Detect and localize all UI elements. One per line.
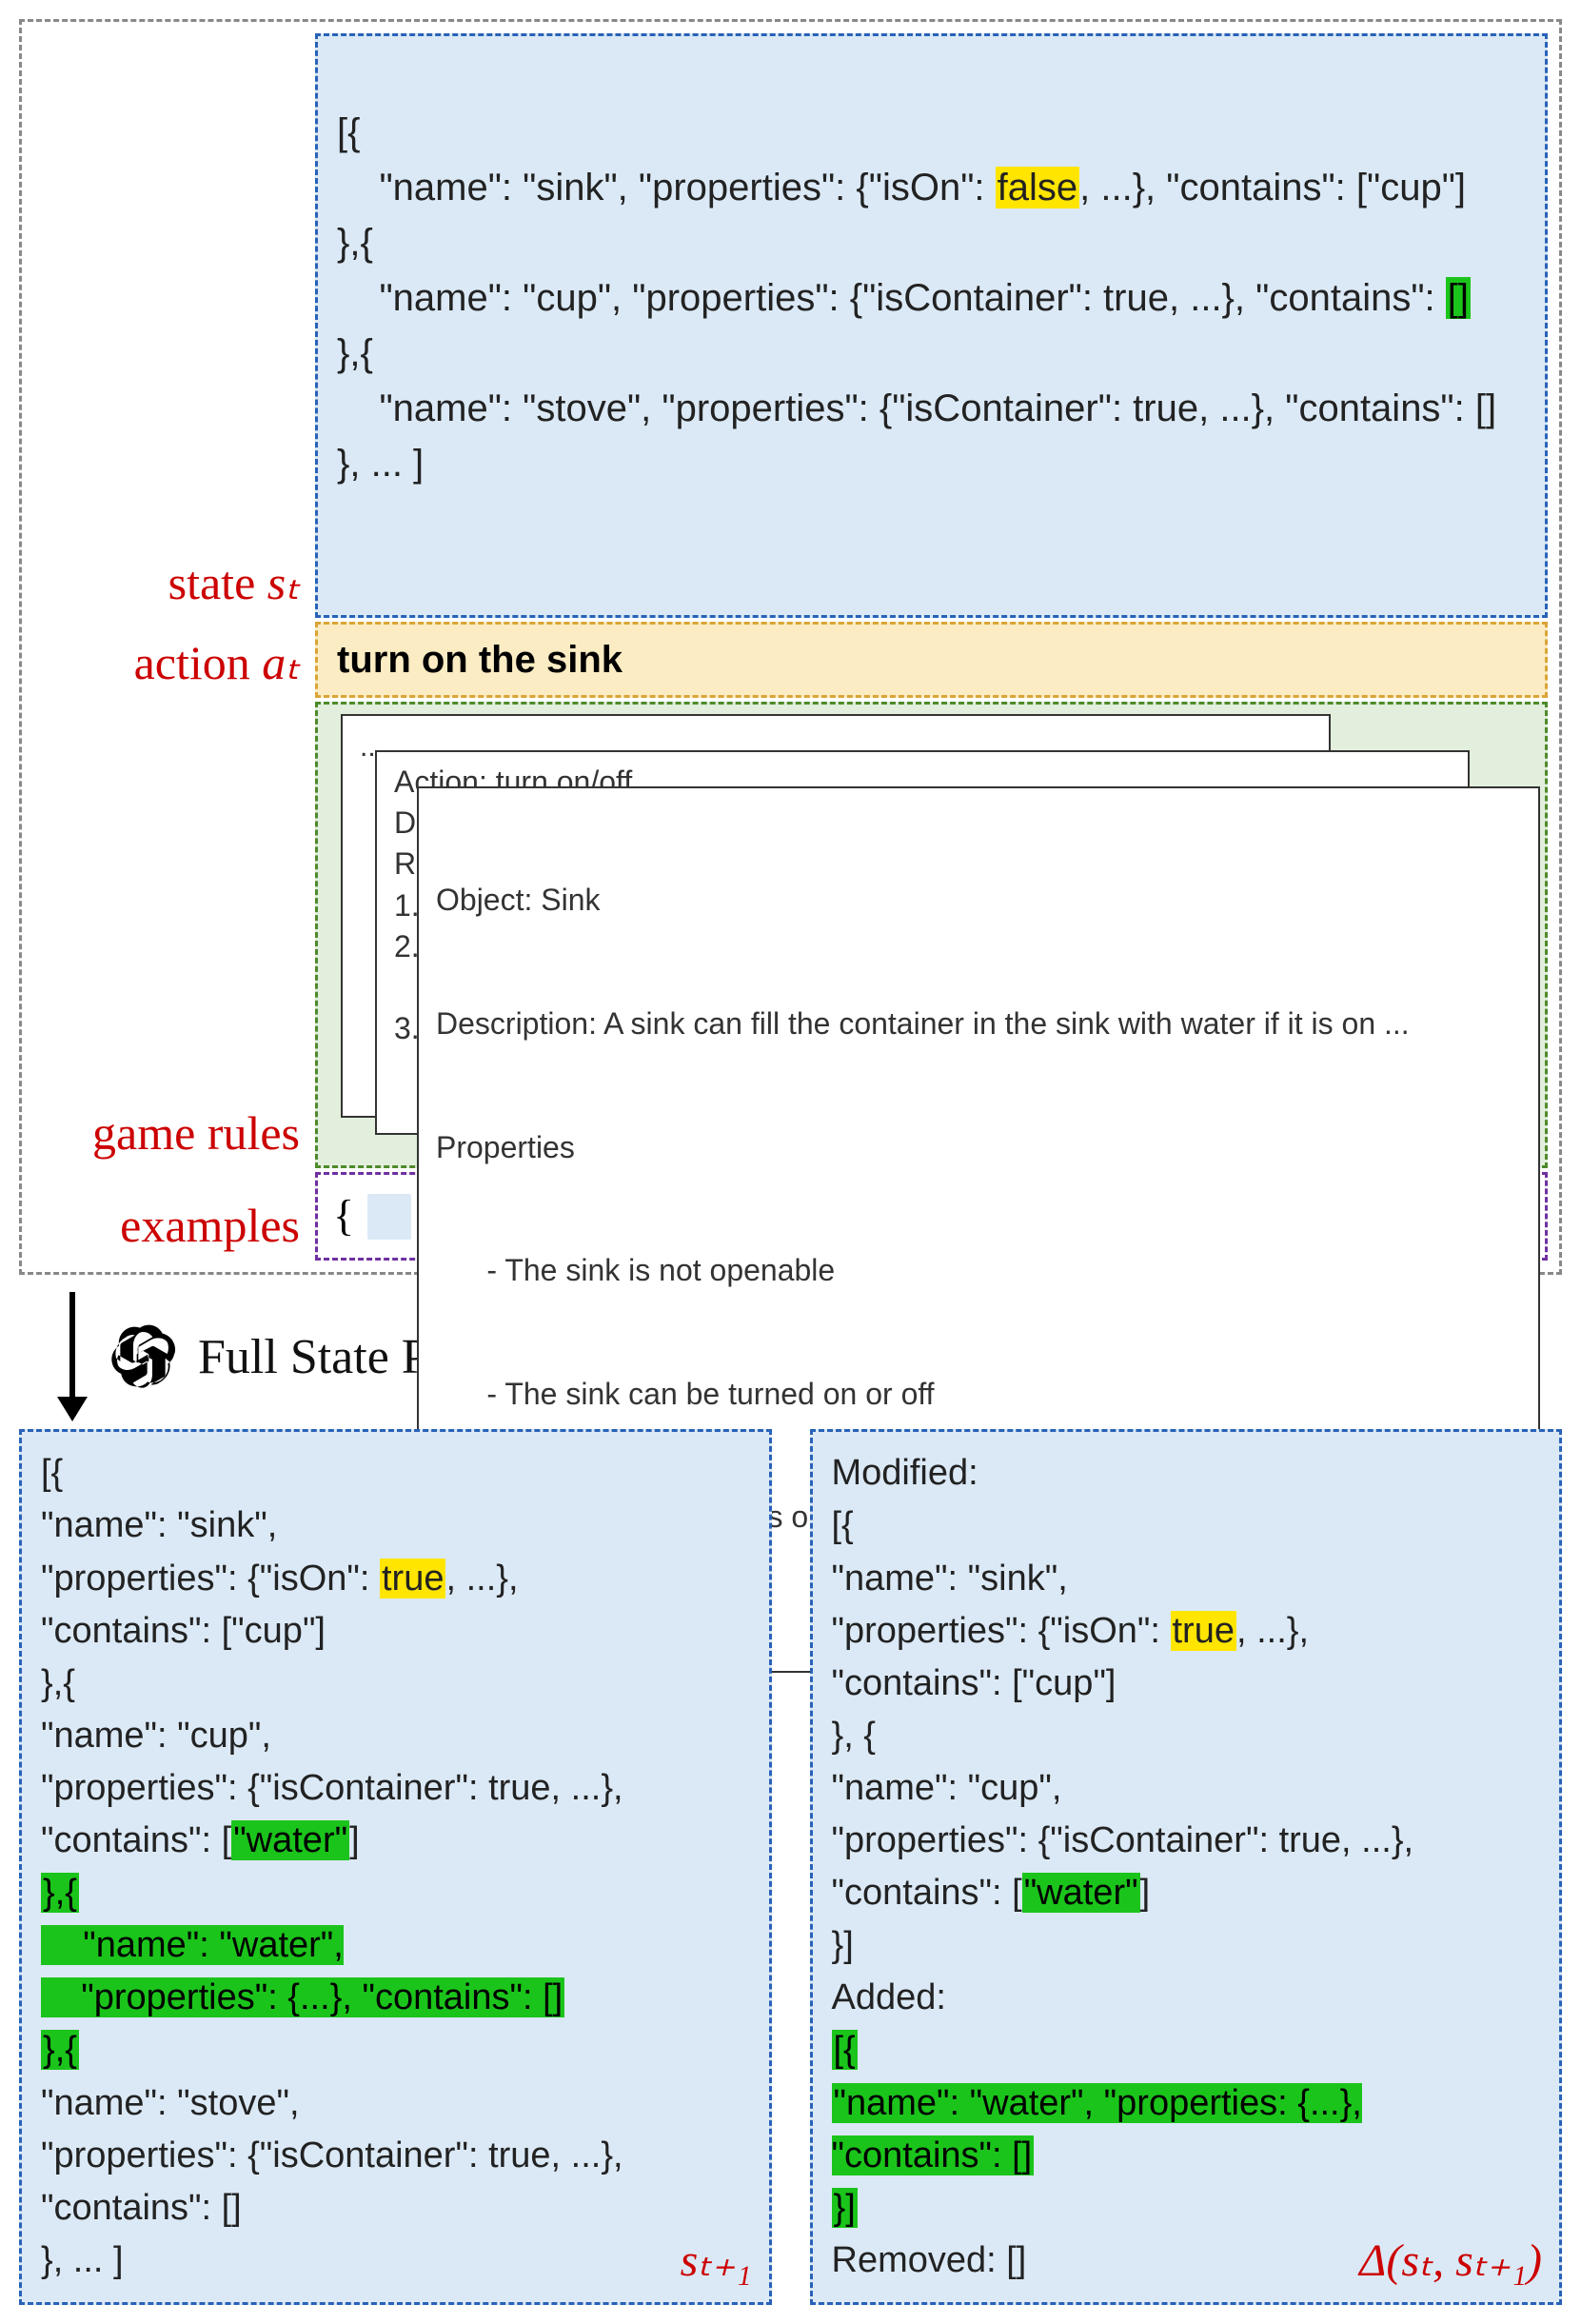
rules-panel: ... Action: turn on/off D R 1. 2. 3. Obj… [315, 702, 1548, 1168]
action-panel: turn on the sink [315, 622, 1548, 698]
examples-label: examples [33, 1172, 306, 1261]
state-diff-column: State Difference Prediction Modified: [{… [810, 1284, 1563, 2305]
swatch-state-icon [367, 1194, 411, 1240]
action-label: action aₜ [33, 622, 306, 698]
state-diff-symbol: Δ(sₜ, sₜ₊₁) [1359, 2228, 1542, 2294]
arrow-down-icon [57, 1292, 88, 1421]
state-label: state sₜ [33, 33, 306, 618]
rules-label: game rules [33, 702, 306, 1168]
full-state-symbol: sₜ₊₁ [681, 2228, 752, 2294]
state-panel: [{ "name": "sink", "properties": {"isOn"… [315, 33, 1548, 618]
full-state-column: Full State Prediction [{ "name": "sink",… [19, 1284, 772, 2305]
openai-icon [105, 1319, 181, 1395]
input-container: state sₜ [{ "name": "sink", "properties"… [19, 19, 1562, 1275]
state-diff-output: Modified: [{ "name": "sink", "properties… [810, 1429, 1563, 2305]
full-state-output: [{ "name": "sink", "properties": {"isOn"… [19, 1429, 772, 2305]
